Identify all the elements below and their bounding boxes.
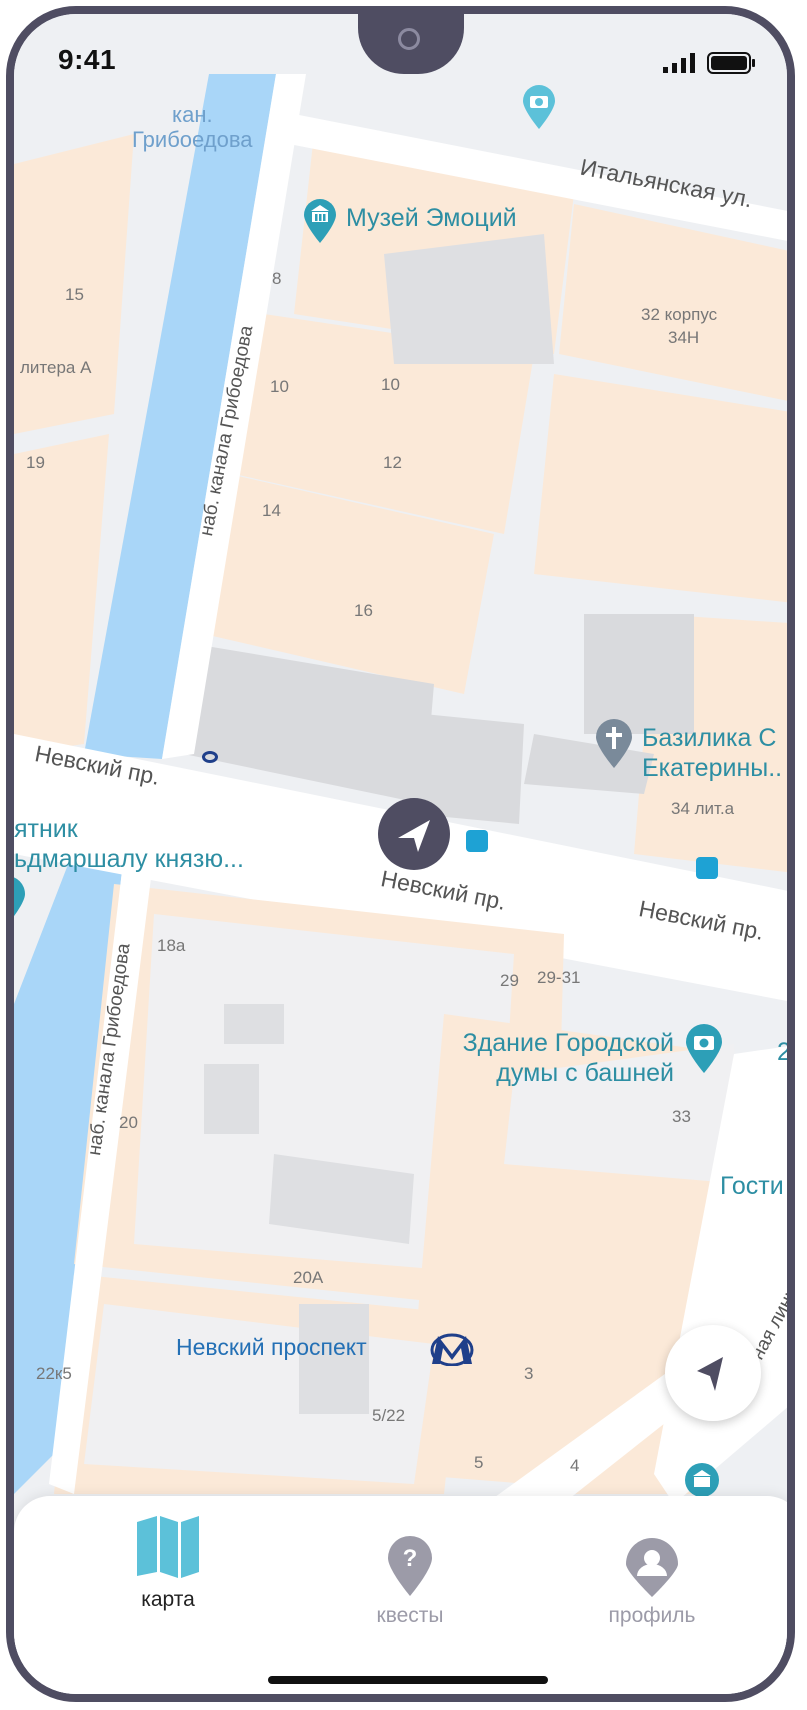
home-indicator[interactable] — [268, 1676, 548, 1684]
navigation-arrow-icon — [398, 820, 430, 852]
monument-label: ятник ьдмаршалу князю... — [14, 815, 244, 873]
signal-icon — [662, 53, 695, 73]
location-arrow-icon — [697, 1357, 723, 1391]
museum-label: Музей Эмоций — [346, 204, 517, 232]
basilica-label: Базилика С Екатерины.. — [642, 724, 783, 782]
map-view[interactable]: кан. Грибоедова Итальянская ул. наб. кан… — [14, 14, 791, 1694]
tab-map[interactable]: карта — [78, 1514, 258, 1634]
house-number: 20А — [293, 1268, 324, 1287]
house-number: 33 — [672, 1107, 691, 1126]
house-number: 10 — [381, 375, 400, 394]
house-number: 34 лит.а — [671, 799, 735, 818]
phone-frame: кан. Грибоедова Итальянская ул. наб. кан… — [6, 6, 795, 1702]
house-number: 15 — [65, 285, 84, 304]
metro-small-icon — [202, 751, 218, 763]
house-number: 5/22 — [372, 1406, 406, 1425]
house-number: 2 — [777, 1038, 791, 1066]
house-number: 29 — [500, 971, 519, 990]
battery-icon — [707, 52, 755, 74]
my-location-button[interactable] — [665, 1325, 761, 1421]
house-number: 34Н — [668, 328, 700, 347]
bus-stop-icon[interactable] — [696, 857, 718, 879]
svg-text:?: ? — [403, 1545, 418, 1572]
profile-pin-icon — [626, 1538, 678, 1597]
house-number: 20 — [119, 1113, 138, 1132]
house-number: 16 — [354, 601, 373, 620]
tab-quests[interactable]: ? квесты — [320, 1514, 500, 1634]
canal-label: кан. Грибоедова — [132, 102, 253, 153]
house-number: 12 — [383, 453, 402, 472]
house-number: 4 — [570, 1456, 580, 1475]
tab-label: карта — [141, 1588, 195, 1611]
tab-label: профиль — [608, 1604, 696, 1627]
house-number: 32 корпус — [641, 305, 718, 324]
tab-label: квесты — [376, 1604, 444, 1627]
gostiny-label[interactable]: Гости — [720, 1174, 784, 1199]
map-icon — [137, 1516, 199, 1578]
bus-stop-icon[interactable] — [466, 830, 488, 852]
house-number: 29-31 — [537, 968, 581, 987]
house-number: 10 — [270, 377, 289, 396]
status-time: 9:41 — [58, 44, 117, 75]
tab-profile[interactable]: профиль — [562, 1514, 742, 1634]
duma-label: Здание Городской думы с башней — [462, 1029, 674, 1087]
status-icons — [662, 52, 757, 74]
bottom-navigation: карта ? квесты профиль — [14, 1496, 787, 1694]
house-number: 5 — [474, 1453, 484, 1472]
quest-pin-icon: ? — [388, 1536, 432, 1596]
house-number: 8 — [272, 269, 282, 288]
house-number: 19 — [26, 453, 45, 472]
metro-label: Невский проспект — [176, 1334, 367, 1360]
house-number: 22к5 — [36, 1364, 72, 1383]
front-camera-icon — [398, 28, 420, 50]
house-number: 14 — [262, 501, 281, 520]
house-number: 3 — [524, 1364, 534, 1383]
house-number: 18а — [157, 936, 186, 955]
current-location-marker[interactable] — [378, 798, 450, 870]
house-number: литера А — [20, 358, 92, 377]
